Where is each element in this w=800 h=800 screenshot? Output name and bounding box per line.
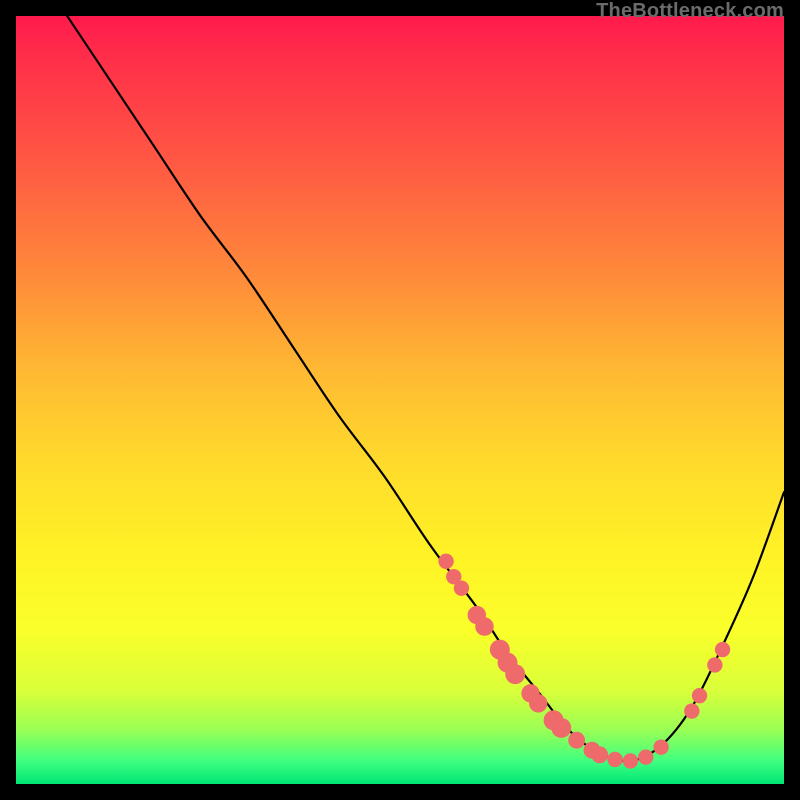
chart-svg [16, 16, 784, 784]
attribution-text: TheBottleneck.com [596, 0, 784, 23]
curve-marker [591, 746, 608, 763]
curve-marker [438, 554, 453, 569]
curve-marker [707, 657, 722, 672]
curve-marker [568, 732, 585, 749]
curve-marker [529, 694, 547, 712]
curve-marker [715, 642, 730, 657]
curve-marker [684, 703, 699, 718]
curve-marker [692, 688, 707, 703]
curve-marker [623, 753, 638, 768]
curve-marker [653, 739, 668, 754]
curve-markers [438, 554, 730, 769]
curve-marker [505, 664, 525, 684]
bottleneck-curve [16, 16, 784, 761]
curve-marker [475, 617, 493, 635]
curve-marker [454, 580, 469, 595]
curve-marker [607, 752, 622, 767]
curve-marker [638, 749, 653, 764]
curve-marker [551, 718, 571, 738]
chart-frame [14, 14, 786, 786]
